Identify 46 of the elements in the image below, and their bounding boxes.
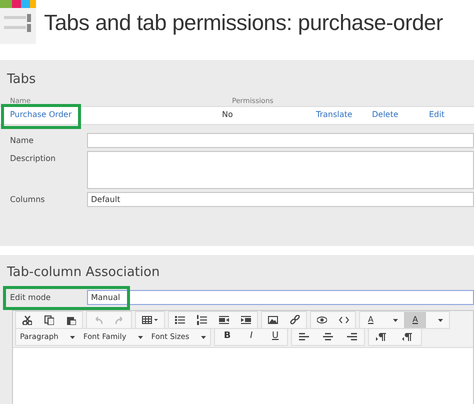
caret-icon [138,336,144,338]
caret-icon [393,318,398,322]
eye-icon [317,315,327,325]
undo-icon [93,315,103,325]
field-label: Columns [9,194,46,206]
caret-icon [438,318,443,322]
input-field[interactable] [87,150,474,188]
background-color-button[interactable]: A [404,312,426,328]
align-left-icon [299,332,310,342]
section-heading: Tab-column Association [6,264,161,282]
section-heading: Tabs [6,71,37,89]
copy-icon [44,315,54,325]
rtl-paragraph-icon [402,332,414,342]
table-cell-text: No [222,109,234,121]
action-link[interactable]: Delete [372,109,429,121]
text-color-button[interactable]: A [360,312,382,328]
underline-button[interactable]: U [263,329,288,345]
page-title: Tabs and tab permissions: purchase-order [44,8,443,37]
italic-button[interactable]: I [239,329,264,345]
align-right-icon [347,332,358,342]
input-field[interactable] [87,132,474,148]
field-label: Edit mode [9,292,52,304]
indent-icon [241,315,251,325]
caret-icon [201,336,206,338]
link-icon [290,315,300,325]
field-label: Description [9,152,57,164]
table-icon [142,315,158,325]
code-icon [339,315,349,325]
tab-name-link[interactable]: Purchase Order [0,109,222,121]
action-link[interactable]: Translate [316,109,372,121]
action-link[interactable]: Edit [429,109,469,121]
cut-icon [22,315,32,325]
app-logo-icon [0,0,36,44]
bullet-list-icon [175,315,185,325]
bold-button[interactable]: B [215,329,240,345]
ltr-paragraph-icon [376,332,388,342]
paste-icon [66,315,76,325]
field-label: Name [9,134,35,146]
align-center-icon [323,332,334,342]
input-field[interactable]: Manual [87,290,474,305]
input-field[interactable]: Default [87,192,474,206]
outdent-icon [219,315,229,325]
caret-icon [70,336,76,338]
numbered-list-icon [197,315,207,325]
image-icon [268,315,278,325]
redo-icon [115,315,125,325]
